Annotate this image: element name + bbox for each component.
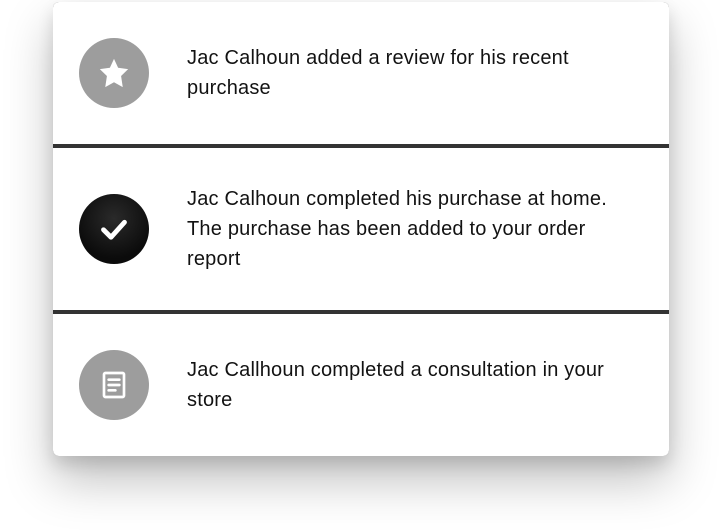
notification-text: Jac Calhoun completed his purchase at ho…	[187, 184, 607, 274]
check-icon	[79, 194, 149, 264]
notification-item[interactable]: Jac Calhoun added a review for his recen…	[53, 2, 669, 144]
notification-text: Jac Callhoun completed a consultation in…	[187, 355, 607, 415]
notification-item[interactable]: Jac Callhoun completed a consultation in…	[53, 314, 669, 456]
notification-list: Jac Calhoun added a review for his recen…	[53, 2, 669, 456]
notification-text: Jac Calhoun added a review for his recen…	[187, 43, 607, 103]
notification-item[interactable]: Jac Calhoun completed his purchase at ho…	[53, 148, 669, 310]
document-icon	[79, 350, 149, 420]
star-icon	[79, 38, 149, 108]
